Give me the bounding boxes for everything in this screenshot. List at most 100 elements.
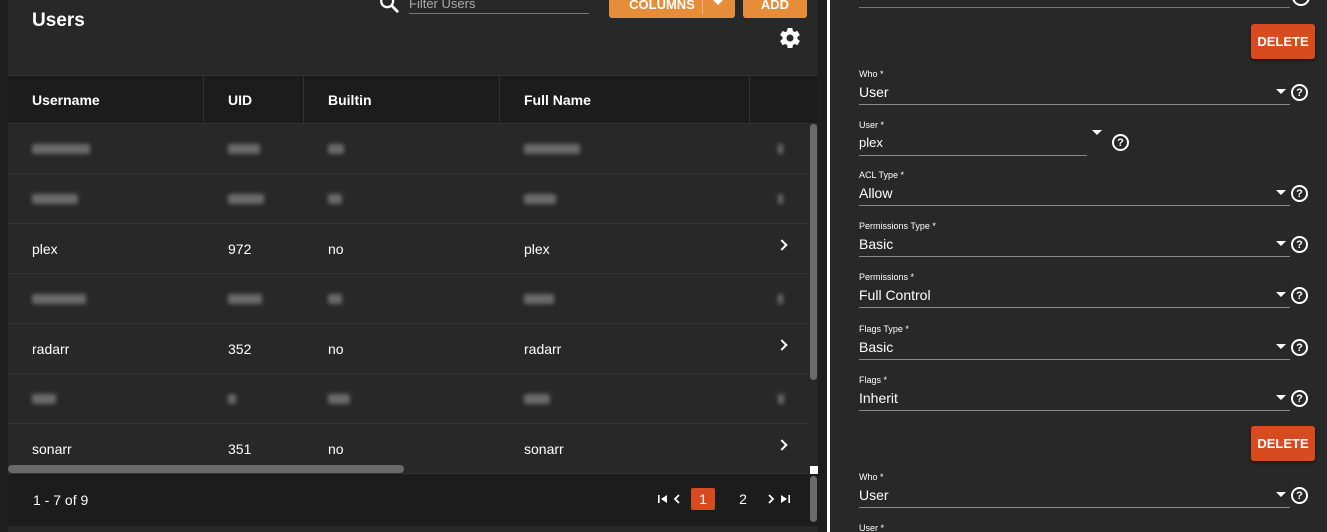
redacted-uid [228,124,260,174]
redacted-uid [228,174,264,224]
redacted-full-name [524,274,554,324]
delete-button[interactable]: DELETE [1251,426,1315,461]
column-header-full-name[interactable]: Full Name [500,76,750,124]
filter-users-input[interactable] [409,0,589,14]
redacted-uid [228,274,262,324]
help-icon[interactable]: ? [1291,487,1308,504]
redacted-builtin [328,274,342,324]
redacted-username [32,274,86,324]
user-value: plex [859,135,883,150]
cell-uid: 352 [228,341,252,357]
table-footer: 1 - 7 of 9 1 2 [8,474,818,526]
table-header: Username UID Builtin Full Name [8,75,818,124]
next-page-icon[interactable] [765,493,777,505]
dropdown-caret-icon [1276,395,1286,400]
permissions-value: Full Control [859,287,931,303]
permissions-select[interactable]: Permissions * Full Control [859,272,1290,308]
dropdown-caret-icon[interactable] [1092,130,1102,135]
column-header-username[interactable]: Username [8,76,204,124]
help-icon[interactable]: ? [1291,185,1308,202]
user-label: User * [859,523,885,532]
who-value: User [859,84,889,100]
dropdown-caret-icon [1276,190,1286,195]
help-icon[interactable]: ? [1112,134,1129,151]
flags-type-select[interactable]: Flags Type * Basic [859,324,1290,360]
footer-scrollbar-thumb[interactable] [810,476,817,522]
flags-type-label: Flags Type * [859,324,909,334]
redacted-username [32,374,56,424]
table-row[interactable]: plex 972 no plex [8,224,808,274]
add-button[interactable]: ADD [743,0,807,18]
help-icon[interactable]: ? [1291,287,1308,304]
help-icon[interactable]: ? [1291,390,1308,407]
help-icon[interactable]: ? [1291,236,1308,253]
pagination-range: 1 - 7 of 9 [33,492,89,508]
redacted-builtin [328,124,344,174]
table-row[interactable] [8,174,808,224]
chevron-right-icon[interactable] [776,439,788,451]
column-header-uid[interactable]: UID [204,76,304,124]
page-title: Users [32,10,85,31]
table-row[interactable] [8,274,808,324]
redacted-action [778,124,783,174]
chevron-down-icon [713,0,723,5]
who-select[interactable]: Who * User [859,69,1290,105]
user-label: User * [859,120,885,130]
who-label: Who * [859,69,884,79]
help-icon[interactable]: ? [1291,339,1308,356]
redacted-username [32,124,90,174]
redacted-uid [228,374,236,424]
dropdown-caret-icon [1276,292,1286,297]
columns-button[interactable]: COLUMNS [609,0,735,18]
permissions-type-select[interactable]: Permissions Type * Basic [859,221,1290,257]
redacted-action [778,174,783,224]
redacted-full-name [524,374,550,424]
cell-uid: 972 [228,241,252,257]
page-button-1[interactable]: 1 [691,488,715,510]
acl-type-label: ACL Type * [859,170,905,180]
redacted-builtin [328,174,342,224]
cell-builtin: no [328,341,344,357]
chevron-right-icon[interactable] [776,339,788,351]
flags-select[interactable]: Flags * Inherit [859,375,1290,411]
redacted-username [32,174,78,224]
cell-full-name: sonarr [524,441,564,457]
chevron-right-icon[interactable] [776,239,788,251]
first-page-icon[interactable] [657,493,669,505]
help-icon[interactable] [1292,0,1310,6]
cell-full-name: plex [524,241,550,257]
cell-username: plex [32,241,58,257]
column-header-builtin[interactable]: Builtin [304,76,500,124]
redacted-action [778,274,783,324]
help-icon[interactable]: ? [1291,84,1308,101]
gear-icon[interactable] [778,26,802,50]
table-row[interactable] [8,374,808,424]
table-row[interactable] [8,124,808,174]
prev-page-icon[interactable] [671,493,683,505]
redacted-full-name [524,124,580,174]
page-button-2[interactable]: 2 [731,488,755,510]
who-select[interactable]: Who * User [859,472,1290,508]
user-combobox[interactable]: User * plex [859,120,1087,156]
previous-field-underline [859,7,1290,8]
permissions-label: Permissions * [859,272,915,282]
horizontal-scrollbar-thumb[interactable] [8,465,404,473]
search-icon[interactable] [378,0,400,14]
vertical-scrollbar-thumb[interactable] [810,124,817,380]
permissions-type-label: Permissions Type * [859,221,936,231]
cell-builtin: no [328,241,344,257]
delete-button[interactable]: DELETE [1251,24,1315,59]
redacted-full-name [524,174,556,224]
dropdown-caret-icon [1276,344,1286,349]
dropdown-caret-icon [1276,241,1286,246]
acl-type-select[interactable]: ACL Type * Allow [859,170,1290,206]
table-row[interactable]: radarr 352 no radarr [8,324,808,374]
flags-value: Inherit [859,390,898,406]
flags-label: Flags * [859,375,888,385]
app-root: Users COLUMNS ADD Username UID Builtin F… [0,0,1327,532]
flags-type-value: Basic [859,339,894,355]
who-value: User [859,487,889,503]
columns-button-label: COLUMNS [629,0,695,12]
user-combobox[interactable]: User * [859,523,1087,532]
last-page-icon[interactable] [779,493,791,505]
